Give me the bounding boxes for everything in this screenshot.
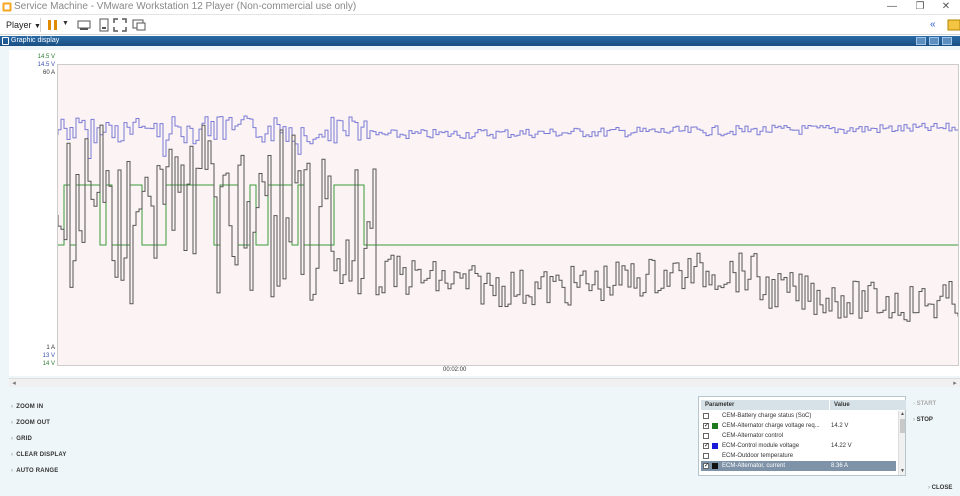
series-color-swatch bbox=[712, 423, 718, 429]
table-row[interactable]: CEM-Alternator control bbox=[701, 431, 896, 441]
table-row[interactable]: ✓ ECM-Alternator, current 8.36 A bbox=[701, 461, 896, 471]
grid-label: GRID bbox=[16, 436, 33, 442]
chevron-right-icon: › bbox=[11, 452, 14, 458]
auto-range-button[interactable]: › AUTO RANGE bbox=[11, 468, 58, 474]
close-button[interactable]: › CLOSE bbox=[928, 485, 952, 491]
table-scrollbar[interactable]: ▲ ▼ bbox=[898, 411, 905, 475]
value-column-header: Value bbox=[830, 400, 906, 410]
chevron-right-icon: › bbox=[11, 420, 14, 426]
maximize-button[interactable]: ❐ bbox=[906, 0, 934, 15]
parameter-column-header: Parameter bbox=[701, 400, 829, 410]
start-button[interactable]: › START bbox=[913, 401, 936, 407]
axis-label: 60 A bbox=[42, 70, 55, 76]
scroll-right-icon[interactable]: ▸ bbox=[950, 379, 960, 388]
scroll-left-icon[interactable]: ◂ bbox=[9, 379, 19, 388]
row-checkbox[interactable] bbox=[703, 453, 709, 459]
player-menu-button[interactable]: Player ▼ bbox=[2, 18, 45, 33]
clear-display-button[interactable]: › CLEAR DISPLAY bbox=[11, 452, 67, 458]
clear-display-label: CLEAR DISPLAY bbox=[16, 452, 67, 458]
stop-button[interactable]: › STOP bbox=[913, 417, 933, 423]
parameter-name: CEM-Alternator charge voltage req... bbox=[722, 423, 820, 429]
parameter-value: 14.22 V bbox=[831, 443, 852, 449]
vmware-toolbar: Player ▼ ▼ « bbox=[0, 15, 960, 35]
parameter-name: ECM-Alternator, current bbox=[722, 463, 786, 469]
vmware-logo-icon bbox=[2, 2, 12, 12]
close-window-button[interactable]: ✕ bbox=[932, 0, 960, 15]
send-ctrl-alt-del-icon[interactable] bbox=[76, 17, 92, 33]
axis-label: 14.5 V bbox=[37, 62, 55, 68]
parameter-name: ECM-Control module voltage bbox=[722, 443, 800, 449]
zoom-in-button[interactable]: › ZOOM IN bbox=[11, 404, 43, 410]
scroll-down-icon[interactable]: ▼ bbox=[899, 468, 906, 475]
parameter-name: CEM-Battery charge status (SoC) bbox=[722, 413, 812, 419]
guest-display: Graphic display 14.5 V 14.5 V 60 A 1 A 13 V… bbox=[0, 36, 960, 496]
close-label: CLOSE bbox=[931, 485, 953, 491]
series-color-swatch bbox=[712, 443, 718, 449]
parameter-name: ECM-Outdoor temperature bbox=[722, 453, 794, 459]
zoom-out-button[interactable]: › ZOOM OUT bbox=[11, 420, 50, 426]
row-checkbox[interactable] bbox=[703, 433, 709, 439]
axis-label: 13 V bbox=[42, 353, 55, 359]
zoom-in-label: ZOOM IN bbox=[16, 404, 44, 410]
collapse-toolbar-icon[interactable]: « bbox=[930, 19, 936, 30]
axis-label: 14 V bbox=[42, 361, 55, 367]
time-axis-label: 00:02:00 bbox=[443, 367, 467, 373]
minimize-button[interactable]: — bbox=[878, 0, 906, 15]
graph-app-icon bbox=[2, 37, 9, 45]
chevron-right-icon: › bbox=[11, 436, 14, 442]
app-close-button[interactable] bbox=[942, 37, 952, 45]
horizontal-scrollbar[interactable]: ◂ ▸ bbox=[9, 378, 960, 387]
app-minimize-button[interactable] bbox=[916, 37, 926, 45]
fullscreen-icon[interactable] bbox=[112, 17, 128, 33]
chevron-right-icon: › bbox=[11, 404, 14, 410]
graph-panel: 14.5 V 14.5 V 60 A 1 A 13 V 14 V bbox=[9, 50, 960, 376]
window-titlebar: Service Machine - VMware Workstation 12 … bbox=[0, 0, 960, 15]
app-restore-button[interactable] bbox=[929, 37, 939, 45]
chevron-right-icon: › bbox=[11, 468, 14, 474]
axis-label: 1 A bbox=[46, 345, 55, 351]
row-checkbox[interactable]: ✓ bbox=[703, 443, 709, 449]
player-menu-label: Player bbox=[6, 20, 32, 30]
app-title: Graphic display bbox=[11, 37, 60, 44]
unity-icon[interactable] bbox=[131, 17, 147, 33]
table-row[interactable]: ECM-Outdoor temperature bbox=[701, 451, 896, 461]
library-icon[interactable] bbox=[946, 17, 960, 33]
app-titlebar: Graphic display bbox=[0, 36, 960, 46]
row-checkbox[interactable]: ✓ bbox=[703, 423, 709, 429]
grid-button[interactable]: › GRID bbox=[11, 436, 32, 442]
start-label: START bbox=[916, 401, 937, 407]
stop-label: STOP bbox=[916, 417, 933, 423]
parameter-table: Parameter Value CEM-Battery charge statu… bbox=[698, 396, 906, 476]
current-trace bbox=[57, 124, 959, 322]
scroll-up-icon[interactable]: ▲ bbox=[899, 411, 906, 418]
parameter-value: 14.2 V bbox=[831, 423, 849, 429]
table-row[interactable]: ✓ CEM-Alternator charge voltage req... 14.… bbox=[701, 421, 896, 431]
series-color-swatch bbox=[712, 463, 718, 469]
table-row[interactable]: ✓ ECM-Control module voltage 14.22 V bbox=[701, 441, 896, 451]
scroll-thumb[interactable] bbox=[900, 419, 905, 433]
auto-range-label: AUTO RANGE bbox=[16, 468, 59, 474]
zoom-out-label: ZOOM OUT bbox=[16, 420, 51, 426]
parameter-name: CEM-Alternator control bbox=[722, 433, 784, 439]
table-row[interactable]: CEM-Battery charge status (SoC) bbox=[701, 411, 896, 421]
window-title: Service Machine - VMware Workstation 12 … bbox=[14, 1, 357, 12]
axis-label: 14.5 V bbox=[37, 54, 55, 60]
pause-icon[interactable] bbox=[45, 17, 61, 33]
pause-dropdown-icon[interactable]: ▼ bbox=[62, 20, 69, 27]
removable-devices-icon[interactable] bbox=[96, 17, 112, 33]
row-checkbox[interactable] bbox=[703, 413, 709, 419]
signal-graph bbox=[57, 115, 959, 322]
plot-area[interactable] bbox=[57, 64, 959, 366]
toolbar-divider bbox=[40, 18, 41, 32]
row-checkbox[interactable]: ✓ bbox=[703, 463, 709, 469]
parameter-value: 8.36 A bbox=[831, 463, 849, 469]
